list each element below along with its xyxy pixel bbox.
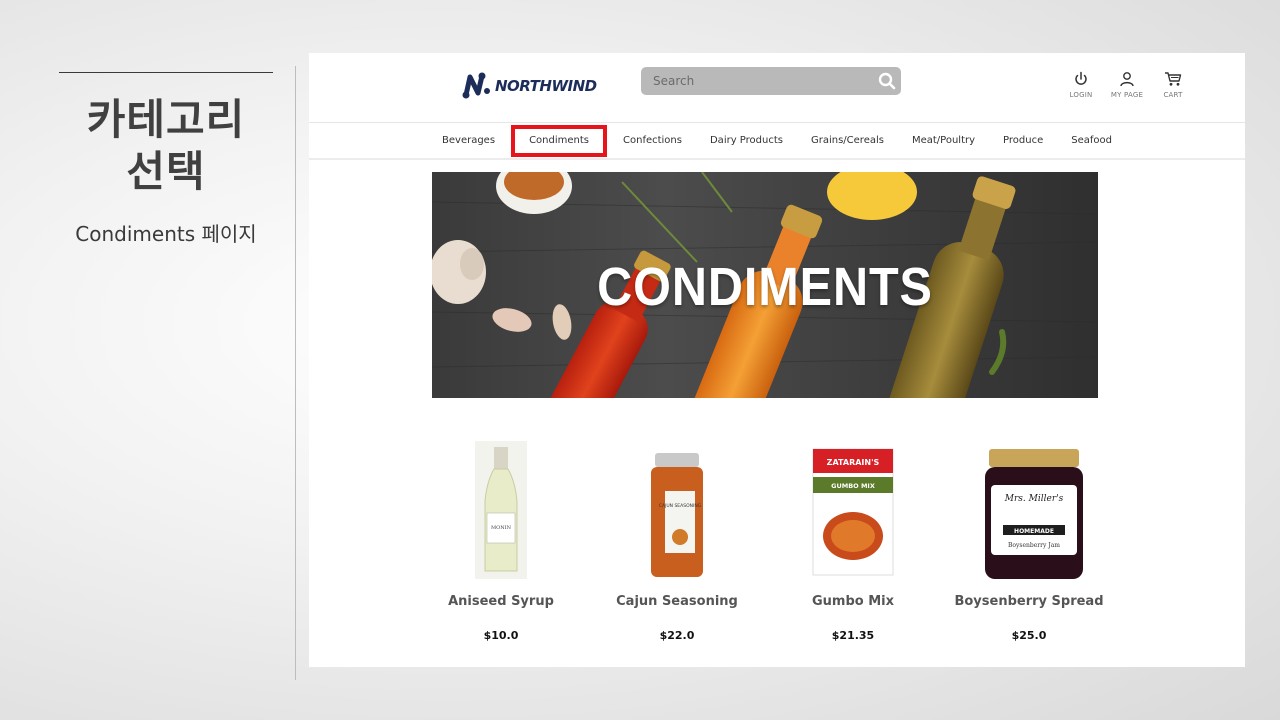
syrup-label-text: MONIN [491, 525, 512, 531]
slide-title: 카테고리 선택 [59, 94, 273, 198]
login-label: LOGIN [1069, 91, 1093, 99]
jam-label-text: Boysenberry Jam [1008, 542, 1060, 549]
category-banner: CONDIMENTS [432, 172, 1098, 398]
gumbo-label-text: GUMBO MIX [831, 482, 875, 490]
nav-item-seafood[interactable]: Seafood [1057, 123, 1126, 159]
top-divider [59, 72, 273, 73]
nav-item-beverages[interactable]: Beverages [428, 123, 509, 159]
product-price: $21.35 [831, 629, 875, 642]
product-name[interactable]: Gumbo Mix [771, 594, 935, 609]
product-image[interactable]: ZATARAIN'S GUMBO MIX [771, 441, 935, 581]
search-input[interactable] [641, 67, 871, 95]
nav-item-condiments[interactable]: Condiments [509, 123, 609, 159]
user-icon [1120, 72, 1134, 87]
cart-button[interactable]: CART [1153, 71, 1193, 99]
search-icon[interactable] [877, 71, 897, 91]
power-icon [1075, 71, 1087, 85]
nav-item-produce[interactable]: Produce [989, 123, 1057, 159]
product-name[interactable]: Boysenberry Spread [947, 594, 1111, 609]
product-image[interactable]: Mrs. Miller's HOMEMADE Boysenberry Jam [947, 441, 1111, 581]
nav-item-dairy-products[interactable]: Dairy Products [696, 123, 797, 159]
product-price: $25.0 [1011, 629, 1047, 642]
nav-item-meat-poultry[interactable]: Meat/Poultry [898, 123, 989, 159]
product-grid: MONIN Aniseed Syrup $10.0 CAJUN SEASONIN… [419, 441, 1139, 651]
slide-title-line1: 카테고리 [86, 95, 246, 144]
slide-title-line2: 선택 [126, 147, 206, 196]
my-page-button[interactable]: MY PAGE [1107, 71, 1147, 99]
product-price: $10.0 [483, 629, 519, 642]
slide-subtitle: Condiments 페이지 [75, 222, 257, 246]
header-actions: LOGIN MY PAGE CART [1061, 71, 1199, 99]
nav-item-confections[interactable]: Confections [609, 123, 696, 159]
jam-brand-text: Mrs. Miller's [1004, 494, 1064, 504]
product-image[interactable]: MONIN [419, 441, 583, 581]
site-header: NORTHWIND LOGIN MY PAG [309, 53, 1245, 123]
my-page-label: MY PAGE [1110, 91, 1144, 99]
cart-label: CART [1163, 91, 1183, 99]
northwind-logo[interactable]: NORTHWIND [461, 71, 597, 101]
website-screenshot: NORTHWIND LOGIN MY PAG [309, 53, 1245, 667]
nav-item-grains-cereals[interactable]: Grains/Cereals [797, 123, 898, 159]
gumbo-brand-text: ZATARAIN'S [827, 458, 880, 467]
product-price: $22.0 [659, 629, 695, 642]
vertical-divider [295, 66, 296, 680]
banner-title: CONDIMENTS [597, 257, 933, 317]
product-name[interactable]: Aniseed Syrup [419, 594, 583, 609]
product-image[interactable]: CAJUN SEASONING [595, 441, 759, 581]
login-button[interactable]: LOGIN [1061, 71, 1101, 99]
category-nav: Beverages Condiments Confections Dairy P… [309, 124, 1245, 160]
logo-text: NORTHWIND [495, 77, 597, 95]
product-name[interactable]: Cajun Seasoning [595, 594, 759, 609]
jam-sub-text: HOMEMADE [1014, 528, 1054, 535]
cajun-label-text: CAJUN SEASONING [659, 503, 702, 509]
logo-mark-icon [462, 72, 490, 99]
cart-icon [1165, 72, 1182, 86]
search-bar[interactable] [641, 67, 901, 95]
